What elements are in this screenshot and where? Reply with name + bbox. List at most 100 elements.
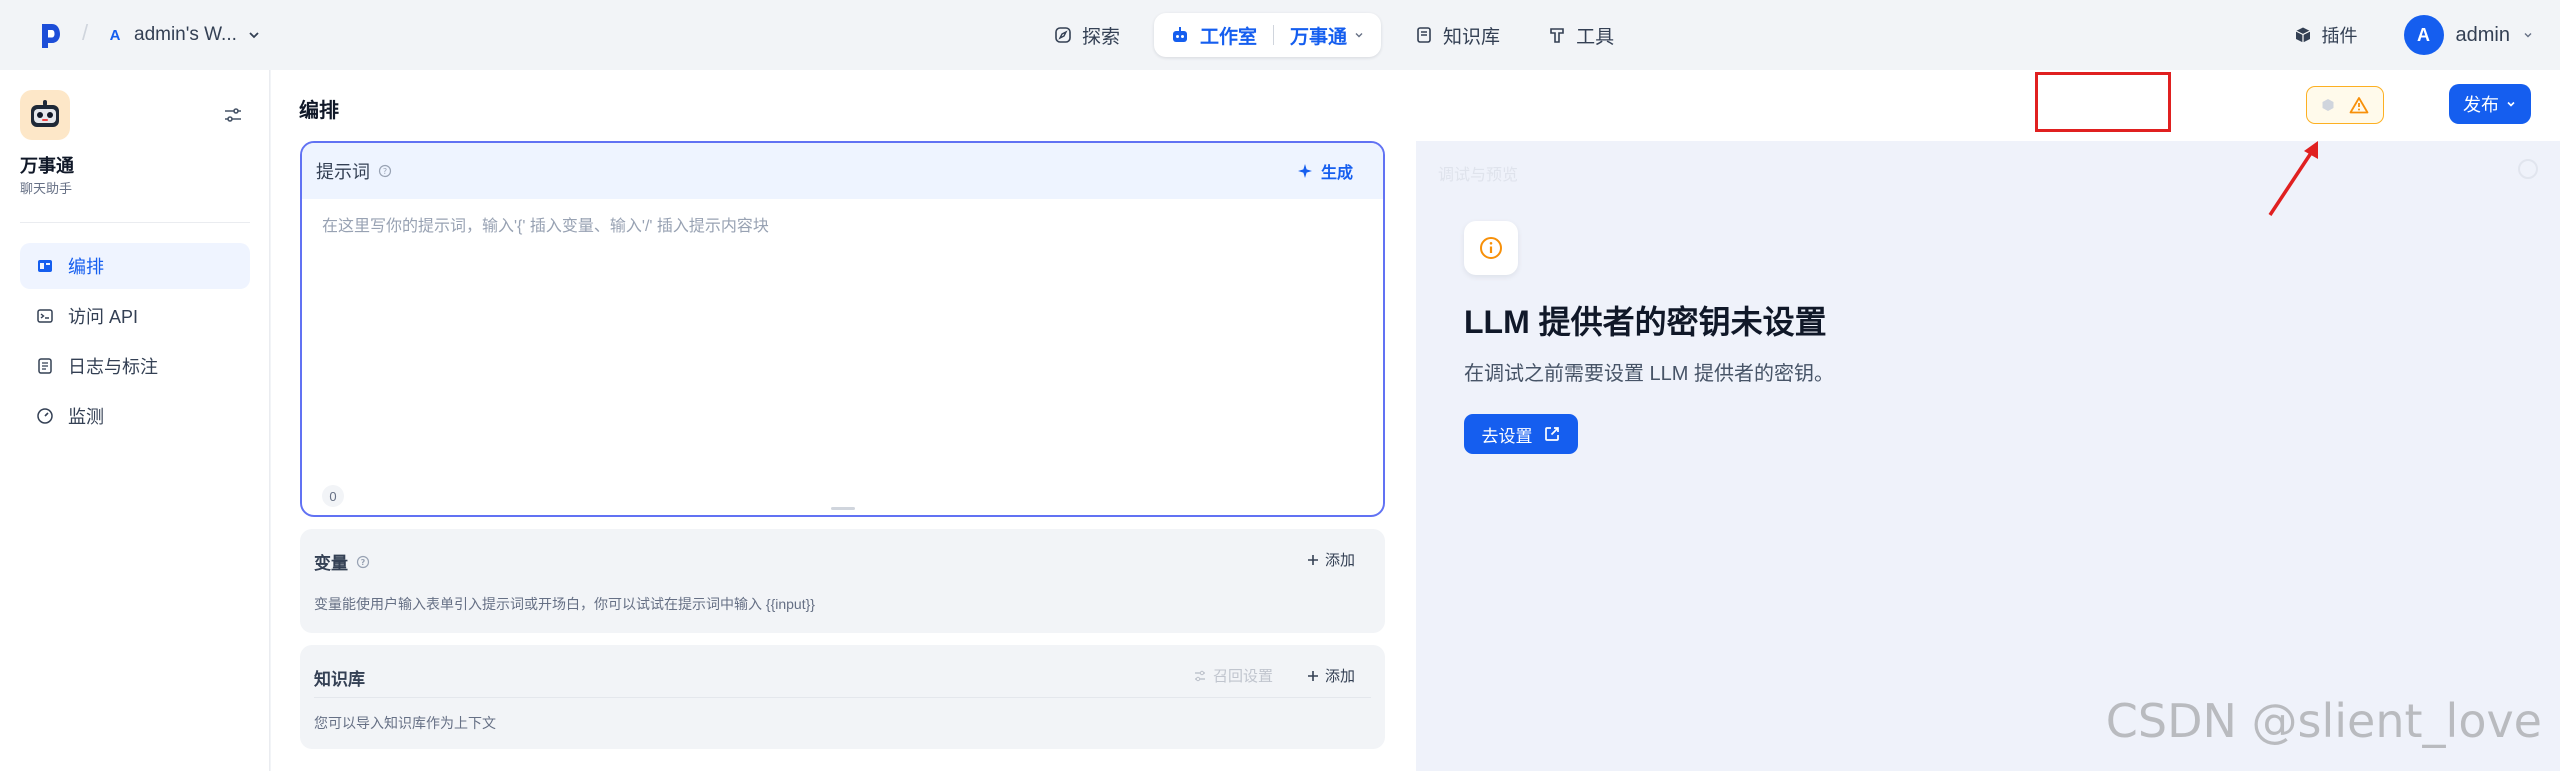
watermark: CSDN @slient_love bbox=[2105, 694, 2542, 748]
prompt-input[interactable]: 在这里写你的提示词，输入'{' 插入变量、输入'/' 插入提示内容块 bbox=[322, 212, 769, 236]
svg-text:?: ? bbox=[383, 167, 387, 176]
workspace-name: admin's W... bbox=[134, 24, 237, 45]
debug-preview-panel: 调试与预览 LLM 提供者的密钥未设置 在调试之前需要设置 LLM 提供者的密钥… bbox=[1416, 141, 2560, 771]
header-right: 插件 A admin bbox=[2294, 14, 2534, 56]
prompt-editor: 提示词 ? 生成 在这里写你的提示词，输入'{' 插入变量、输入'/' 插入提示… bbox=[300, 141, 1385, 517]
sidebar-item-label: 监测 bbox=[68, 407, 104, 427]
annotation-arrow-icon bbox=[2268, 141, 2318, 216]
breadcrumb-separator: / bbox=[82, 20, 89, 45]
variables-description: 变量能使用户输入表单引入提示词或开场白，你可以试试在提示词中输入 {{input… bbox=[314, 596, 815, 612]
knowledge-description: 您可以导入知识库作为上下文 bbox=[314, 715, 496, 731]
refresh-icon[interactable] bbox=[2518, 159, 2538, 179]
compass-icon bbox=[1055, 27, 1071, 43]
prompt-title-label: 提示词 bbox=[316, 162, 370, 182]
variables-card: 变量 ? 添加 变量能使用户输入表单引入提示词或开场白，你可以试试在提示词中输入… bbox=[300, 529, 1385, 633]
prompt-header: 提示词 ? 生成 bbox=[302, 143, 1383, 199]
knowledge-card: 知识库 召回设置 添加 您可以导入知识库作为上下文 bbox=[300, 645, 1385, 749]
go-to-settings-label: 去设置 bbox=[1481, 426, 1533, 446]
debug-heading: 调试与预览 bbox=[1438, 167, 1519, 184]
app-name: 万事通 bbox=[20, 156, 74, 176]
warning-triangle-icon bbox=[2349, 97, 2369, 114]
svg-text:?: ? bbox=[361, 558, 366, 567]
chevron-down-icon bbox=[2524, 33, 2532, 38]
current-app-label: 万事通 bbox=[1290, 26, 1348, 48]
robot-face-icon bbox=[31, 100, 59, 127]
recall-settings-button[interactable]: 召回设置 bbox=[1193, 665, 1273, 686]
publish-label: 发布 bbox=[2463, 95, 2499, 115]
workspace-badge: A bbox=[109, 26, 121, 44]
go-to-settings-button[interactable]: 去设置 bbox=[1464, 414, 1578, 454]
main-nav: 探索 工作室 万事通 知识库 工具 bbox=[1040, 13, 1628, 57]
plus-icon bbox=[1307, 670, 1318, 681]
nav-tools[interactable]: 工具 bbox=[1534, 13, 1628, 57]
nav-explore[interactable]: 探索 bbox=[1040, 13, 1134, 57]
knowledge-title: 知识库 bbox=[314, 665, 365, 690]
publish-button[interactable]: 发布 bbox=[2449, 84, 2531, 124]
robot-icon bbox=[1173, 27, 1188, 42]
sidebar-menu: 编排 访问 API 日志与标注 监测 bbox=[20, 243, 250, 443]
prompt-title: 提示词 ? bbox=[316, 158, 392, 184]
plus-icon bbox=[1307, 554, 1318, 565]
sliders-icon bbox=[1194, 670, 1205, 681]
sidebar-item-label: 编排 bbox=[68, 257, 104, 277]
nav-knowledge-label: 知识库 bbox=[1443, 26, 1501, 48]
gauge-icon bbox=[37, 408, 53, 424]
sidebar-item-api[interactable]: 访问 API bbox=[20, 293, 250, 339]
recall-label: 召回设置 bbox=[1212, 668, 1273, 685]
sparkle-icon bbox=[1297, 164, 1312, 178]
workspace-selector[interactable]: A admin's W... bbox=[106, 18, 261, 52]
llm-key-warning-title: LLM 提供者的密钥未设置 bbox=[1464, 304, 1827, 340]
generate-button[interactable]: 生成 bbox=[1297, 159, 1353, 183]
user-menu[interactable]: A admin bbox=[2403, 15, 2534, 55]
sidebar-item-monitoring[interactable]: 监测 bbox=[20, 393, 250, 439]
variables-title-label: 变量 bbox=[314, 554, 348, 573]
sidebar-item-logs[interactable]: 日志与标注 bbox=[20, 343, 250, 389]
layout-icon bbox=[38, 260, 52, 272]
log-icon bbox=[38, 358, 52, 374]
user-name: admin bbox=[2455, 23, 2510, 46]
variables-title: 变量 ? bbox=[314, 549, 370, 574]
dify-logo-icon[interactable] bbox=[40, 22, 62, 50]
model-warning-button[interactable] bbox=[2306, 86, 2384, 124]
nav-explore-label: 探索 bbox=[1082, 26, 1121, 48]
plugins-button[interactable]: 插件 bbox=[2294, 22, 2358, 48]
cube-icon bbox=[2295, 27, 2310, 43]
main-panel: 编排 发布 提示词 ? 生成 在这里写你的提示词，输入'{' 插入变量、输入'/… bbox=[271, 70, 2560, 771]
top-navbar: / A admin's W... 探索 工作室 万事通 知识库 工具 插件 A … bbox=[0, 0, 2560, 70]
app-sidebar: 万事通 聊天助手 编排 访问 API 日志与标注 监测 bbox=[0, 70, 270, 771]
resize-handle[interactable] bbox=[831, 507, 855, 510]
book-icon bbox=[1417, 27, 1431, 43]
nav-knowledge[interactable]: 知识库 bbox=[1401, 13, 1514, 57]
add-variable-button[interactable]: 添加 bbox=[1307, 549, 1355, 570]
app-mode: 聊天助手 bbox=[20, 181, 73, 196]
generate-label: 生成 bbox=[1320, 165, 1353, 182]
nav-tools-label: 工具 bbox=[1576, 26, 1615, 48]
add-label: 添加 bbox=[1324, 552, 1355, 569]
help-icon[interactable]: ? bbox=[378, 164, 392, 178]
app-icon bbox=[20, 90, 70, 140]
info-badge bbox=[1464, 221, 1518, 275]
nav-studio[interactable]: 工作室 万事通 bbox=[1154, 13, 1382, 57]
add-knowledge-button[interactable]: 添加 bbox=[1307, 665, 1355, 686]
model-cube-icon bbox=[2322, 99, 2334, 111]
terminal-icon bbox=[37, 309, 53, 323]
settings-sliders-icon[interactable] bbox=[222, 104, 244, 126]
chevron-down-icon bbox=[1355, 33, 1363, 38]
sidebar-item-orchestrate[interactable]: 编排 bbox=[20, 243, 250, 289]
llm-key-warning-description: 在调试之前需要设置 LLM 提供者的密钥。 bbox=[1464, 363, 1835, 385]
nav-divider bbox=[1273, 25, 1275, 45]
add-label: 添加 bbox=[1324, 668, 1355, 685]
card-divider bbox=[314, 697, 1371, 698]
chevron-down-icon bbox=[249, 32, 259, 39]
page-title: 编排 bbox=[299, 100, 339, 122]
sidebar-divider bbox=[20, 222, 250, 223]
help-icon[interactable]: ? bbox=[356, 555, 370, 569]
current-app-selector[interactable]: 万事通 bbox=[1290, 22, 1365, 49]
sidebar-item-label: 访问 API bbox=[68, 307, 139, 327]
annotation-highlight-box bbox=[2035, 72, 2171, 132]
external-link-icon bbox=[1544, 427, 1559, 441]
avatar: A bbox=[2403, 15, 2444, 55]
plugins-label: 插件 bbox=[2321, 26, 2358, 46]
knowledge-title-label: 知识库 bbox=[314, 670, 365, 689]
chevron-down-icon bbox=[2507, 101, 2515, 107]
